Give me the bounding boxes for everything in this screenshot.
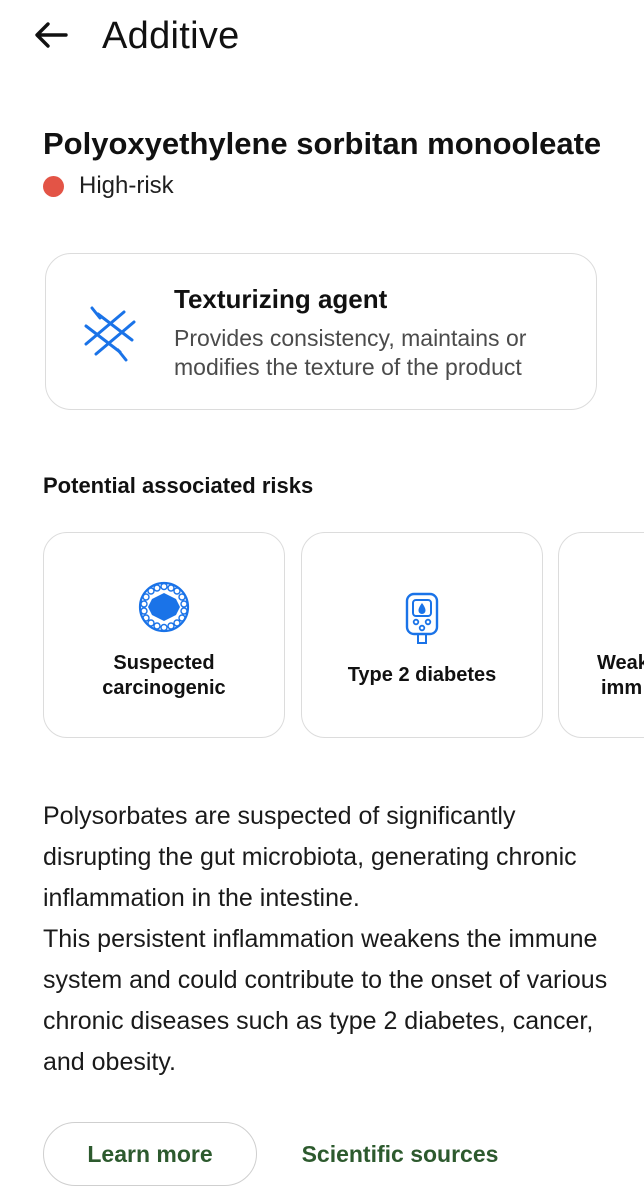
top-app-bar: Additive xyxy=(0,0,644,80)
cell-icon xyxy=(138,581,190,633)
risk-card-label-line2: imm xyxy=(601,677,643,699)
function-description: Provides consistency, maintains or modif… xyxy=(174,325,527,380)
function-card: Texturizing agent Provides consistency, … xyxy=(45,253,597,410)
description-paragraph-1: Polysorbates are suspected of significan… xyxy=(43,802,577,912)
risk-dot-icon xyxy=(43,175,64,197)
risk-card-carcinogenic[interactable]: Suspected carcinogenic xyxy=(43,532,285,738)
glucose-meter-icon xyxy=(405,592,439,644)
risk-level-badge: High-risk xyxy=(43,170,174,202)
risk-level-label: High-risk xyxy=(79,172,174,199)
description-paragraph-2: This persistent inflammation weakens the… xyxy=(43,925,608,1076)
risks-heading: Potential associated risks xyxy=(43,473,314,498)
risk-card-diabetes[interactable]: Type 2 diabetes xyxy=(301,532,543,738)
risk-card-immune[interactable]: Weak imm xyxy=(558,532,644,738)
additive-description: Polysorbates are suspected of significan… xyxy=(43,796,618,1083)
risk-cards-carousel[interactable]: Suspected carcinogenic Type 2 diabetes W… xyxy=(0,532,644,740)
page-title: Additive xyxy=(102,15,240,57)
function-title: Texturizing agent xyxy=(174,284,388,314)
arrow-left-icon xyxy=(35,22,68,48)
risk-card-label: Type 2 diabetes xyxy=(347,664,497,686)
risk-card-label: Suspected carcinogenic xyxy=(102,652,226,699)
learn-more-button[interactable]: Learn more xyxy=(43,1122,257,1186)
scientific-sources-button[interactable]: Scientific sources xyxy=(284,1122,516,1186)
additive-name: Polyoxyethylene sorbitan monooleate xyxy=(43,126,602,161)
risk-card-label: Weak imm xyxy=(597,651,644,701)
back-button[interactable] xyxy=(30,14,72,56)
risk-card-label-line1: Weak xyxy=(597,652,644,674)
texture-icon xyxy=(84,306,136,362)
